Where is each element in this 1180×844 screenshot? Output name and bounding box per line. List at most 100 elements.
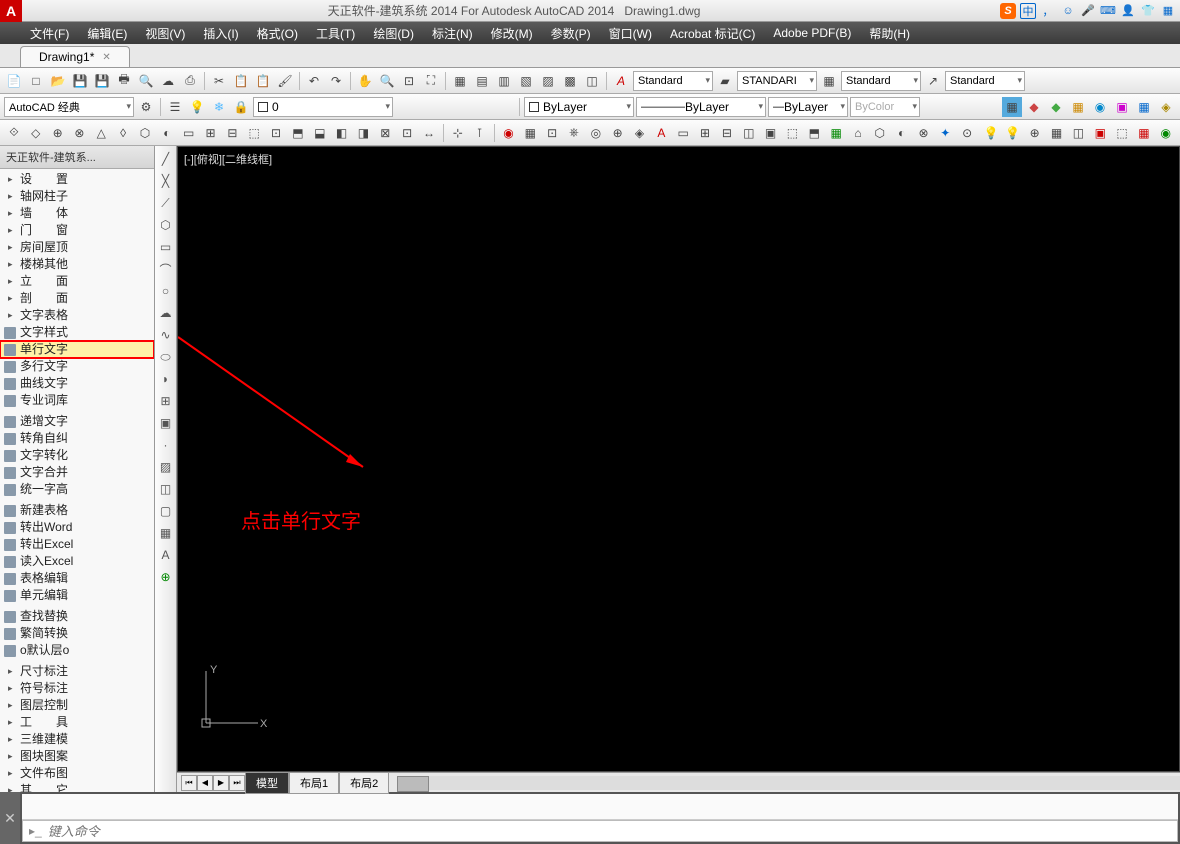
region-icon[interactable]: ▢: [157, 502, 175, 520]
rr6-icon[interactable]: ▣: [1090, 123, 1110, 143]
tab-model[interactable]: 模型: [245, 772, 289, 794]
tab-layout2[interactable]: 布局2: [339, 772, 389, 794]
rt5-icon[interactable]: ◉: [1090, 97, 1110, 117]
redo-icon[interactable]: ↷: [326, 71, 346, 91]
tablestyle-icon[interactable]: ▦: [819, 71, 839, 91]
menu-format[interactable]: 格式(O): [257, 25, 298, 42]
h-scrollbar[interactable]: [397, 776, 1180, 790]
rr9-icon[interactable]: ◉: [1156, 123, 1176, 143]
r13-icon[interactable]: ▣: [761, 123, 781, 143]
layer-freeze-icon[interactable]: ❄: [209, 97, 229, 117]
rt3-icon[interactable]: ◆: [1046, 97, 1066, 117]
mod12-icon[interactable]: ⬚: [244, 123, 264, 143]
r1-icon[interactable]: ◉: [499, 123, 519, 143]
tab-prev-icon[interactable]: ◀: [197, 775, 213, 791]
ime-skin-icon[interactable]: 👕: [1140, 3, 1156, 19]
tree-item[interactable]: 读入Excel: [0, 553, 154, 570]
tree-item[interactable]: 新建表格: [0, 502, 154, 519]
menu-parametric[interactable]: 参数(P): [551, 25, 591, 42]
mod16-icon[interactable]: ◧: [332, 123, 352, 143]
tree-item[interactable]: 文字合并: [0, 464, 154, 481]
layer-on-icon[interactable]: 💡: [187, 97, 207, 117]
tool3-icon[interactable]: ▨: [538, 71, 558, 91]
r15-icon[interactable]: ⬒: [804, 123, 824, 143]
r4-icon[interactable]: ⎈: [564, 123, 584, 143]
pan-icon[interactable]: ✋: [355, 71, 375, 91]
mod13-icon[interactable]: ⊡: [266, 123, 286, 143]
tree-item[interactable]: 单行文字: [0, 341, 154, 358]
sheet-icon[interactable]: ▤: [472, 71, 492, 91]
tree-item[interactable]: 专业词库: [0, 392, 154, 409]
menu-adobepdf[interactable]: Adobe PDF(B): [773, 26, 851, 40]
plotstyle-dropdown[interactable]: ByColor: [850, 97, 920, 117]
tree-item[interactable]: 剖 面: [0, 290, 154, 307]
tree-item[interactable]: 曲线文字: [0, 375, 154, 392]
r5-icon[interactable]: ◎: [586, 123, 606, 143]
tree-item[interactable]: 转出Word: [0, 519, 154, 536]
match-icon[interactable]: 🖌: [275, 71, 295, 91]
mod9-icon[interactable]: ▭: [179, 123, 199, 143]
mod6-icon[interactable]: ◊: [113, 123, 133, 143]
tablestyle-dropdown[interactable]: Standard: [841, 71, 921, 91]
mod18-icon[interactable]: ⊠: [375, 123, 395, 143]
menu-insert[interactable]: 插入(I): [203, 25, 238, 42]
viewport[interactable]: [-][俯视][二维线框] YX 点击单行文字: [178, 147, 1179, 771]
revcloud-icon[interactable]: ☁: [157, 304, 175, 322]
document-tab[interactable]: Drawing1* ✕: [20, 46, 130, 67]
zoomwin-icon[interactable]: ⊡: [399, 71, 419, 91]
ime-s-icon[interactable]: S: [1000, 3, 1016, 19]
r9-icon[interactable]: ▭: [673, 123, 693, 143]
ime-grid-icon[interactable]: ▦: [1160, 3, 1176, 19]
tree-item[interactable]: 楼梯其他: [0, 256, 154, 273]
tree-item[interactable]: 多行文字: [0, 358, 154, 375]
mod11-icon[interactable]: ⊟: [222, 123, 242, 143]
menu-view[interactable]: 视图(V): [145, 25, 185, 42]
r18-icon[interactable]: ⬡: [870, 123, 890, 143]
r7-icon[interactable]: ◈: [630, 123, 650, 143]
rr7-icon[interactable]: ⬚: [1112, 123, 1132, 143]
pdf-icon[interactable]: 📄: [4, 71, 24, 91]
close-icon[interactable]: ✕: [102, 52, 110, 63]
saveas-icon[interactable]: 💾: [92, 71, 112, 91]
tree-item[interactable]: 转出Excel: [0, 536, 154, 553]
props-icon[interactable]: ▦: [450, 71, 470, 91]
xline-icon[interactable]: ╳: [157, 172, 175, 190]
cut-icon[interactable]: ✂: [209, 71, 229, 91]
table-icon[interactable]: ▦: [157, 524, 175, 542]
tool1-icon[interactable]: ▥: [494, 71, 514, 91]
hatch-icon[interactable]: ▨: [157, 458, 175, 476]
copy-icon[interactable]: 📋: [231, 71, 251, 91]
r16-icon[interactable]: ▦: [826, 123, 846, 143]
rt1-icon[interactable]: ▦: [1002, 97, 1022, 117]
tree-item[interactable]: 门 窗: [0, 222, 154, 239]
r14-icon[interactable]: ⬚: [783, 123, 803, 143]
tree-item[interactable]: o默认层o: [0, 642, 154, 659]
textstyle-icon[interactable]: A: [611, 71, 631, 91]
tree-item[interactable]: 图块图案: [0, 748, 154, 765]
gradient-icon[interactable]: ◫: [157, 480, 175, 498]
cmd-history[interactable]: [22, 794, 1178, 820]
ime-mic-icon[interactable]: 🎤: [1080, 3, 1096, 19]
tree-item[interactable]: 工 具: [0, 714, 154, 731]
dimstyle-dropdown[interactable]: STANDARI: [737, 71, 817, 91]
color-dropdown[interactable]: ByLayer: [524, 97, 634, 117]
zoom-icon[interactable]: 🔍: [377, 71, 397, 91]
mod4-icon[interactable]: ⊗: [70, 123, 90, 143]
tab-layout1[interactable]: 布局1: [289, 772, 339, 794]
rt7-icon[interactable]: ▦: [1134, 97, 1154, 117]
pline-icon[interactable]: ⟋: [157, 194, 175, 212]
tree-item[interactable]: 设 置: [0, 171, 154, 188]
rt2-icon[interactable]: ◆: [1024, 97, 1044, 117]
circle-icon[interactable]: ○: [157, 282, 175, 300]
rr4-icon[interactable]: ▦: [1047, 123, 1067, 143]
tree-item[interactable]: 图层控制: [0, 697, 154, 714]
print-icon[interactable]: 🖶: [114, 71, 134, 91]
layer-dropdown[interactable]: 0: [253, 97, 393, 117]
menu-draw[interactable]: 绘图(D): [373, 25, 414, 42]
tool4-icon[interactable]: ▩: [560, 71, 580, 91]
mod21-icon[interactable]: ⊹: [448, 123, 468, 143]
command-input[interactable]: [48, 824, 1177, 839]
workspace-dropdown[interactable]: AutoCAD 经典: [4, 97, 134, 117]
tree-item[interactable]: 尺寸标注: [0, 663, 154, 680]
r3-icon[interactable]: ⊡: [542, 123, 562, 143]
